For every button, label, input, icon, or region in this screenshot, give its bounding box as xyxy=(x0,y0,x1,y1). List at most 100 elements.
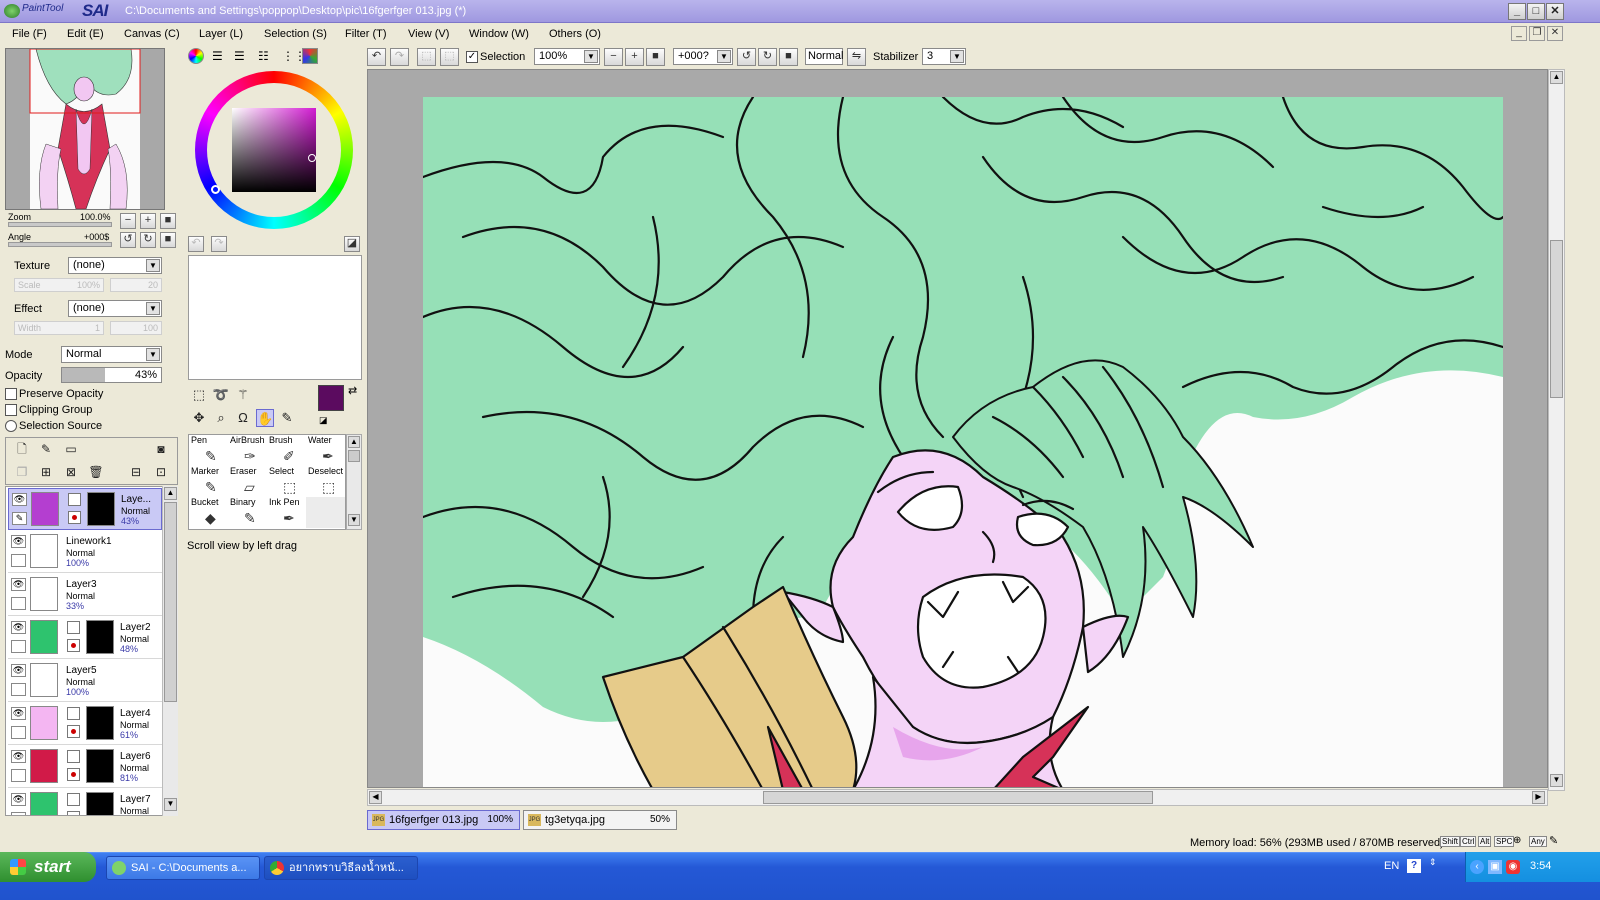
hsv-slider-toggle-icon[interactable]: ☰ xyxy=(234,49,245,63)
layer-lock-icon[interactable] xyxy=(11,640,26,653)
doc-tab-active[interactable]: JPG 16fgerfger 013.jpg 100% xyxy=(367,810,520,830)
close-button[interactable]: ✕ xyxy=(1546,3,1564,20)
new-linework-layer-icon[interactable]: ✎ xyxy=(38,441,54,457)
trash-icon[interactable]: 🗑 xyxy=(88,464,104,480)
layer-list-scrollbar[interactable]: ▲ ▼ xyxy=(162,486,178,816)
rotate-left-button[interactable]: ↺ xyxy=(120,232,136,248)
view-angle-select[interactable]: +000? ▼ xyxy=(673,48,733,65)
preserve-opacity-checkbox[interactable] xyxy=(5,388,17,400)
eye-icon[interactable]: 👁 xyxy=(11,793,26,806)
view-rotate-right-icon[interactable]: ↻ xyxy=(758,48,777,66)
tool-binary[interactable]: Binary ✎ xyxy=(228,497,267,528)
transfer-down-icon[interactable]: ⊟ xyxy=(128,464,144,480)
view-rotate-left-icon[interactable]: ↺ xyxy=(737,48,756,66)
invert-selection-icon[interactable]: ⬚ xyxy=(440,48,459,66)
maximize-button[interactable]: □ xyxy=(1527,3,1545,20)
tool-eraser[interactable]: Eraser ▱ xyxy=(228,466,267,497)
layer-row[interactable]: 👁 Layer7 Normal xyxy=(8,789,162,815)
rotate-icon[interactable]: Ω xyxy=(234,409,252,427)
mask-icon[interactable] xyxy=(67,621,80,634)
doc-tab[interactable]: JPG tg3etyqa.jpg 50% xyxy=(523,810,677,830)
zoom-reset-button[interactable]: ■ xyxy=(160,213,176,229)
clear-layer-icon[interactable]: ⊠ xyxy=(63,464,79,480)
rgb-slider-toggle-icon[interactable]: ☰ xyxy=(212,49,223,63)
network-icon[interactable]: ▣ xyxy=(1488,860,1502,874)
undo-scratch-button[interactable]: ↶ xyxy=(188,236,204,252)
view-zoom-in-icon[interactable]: + xyxy=(625,48,644,66)
zoom-in-button[interactable]: + xyxy=(140,213,156,229)
selection-source-radio[interactable] xyxy=(5,420,17,432)
swap-colors-icon[interactable]: ⇄ xyxy=(348,384,357,397)
layer-lock-icon[interactable] xyxy=(11,597,26,610)
taskbar-item-browser[interactable]: อยากทราบวิธีลงน้ำหนั... xyxy=(264,856,418,880)
layer-scroll-thumb[interactable] xyxy=(164,502,177,702)
mask-icon[interactable] xyxy=(67,793,80,806)
view-rotate-reset-icon[interactable]: ■ xyxy=(779,48,798,66)
rotate-reset-button[interactable]: ■ xyxy=(160,232,176,248)
tool-deselect[interactable]: Deselect ⬚ xyxy=(306,466,345,497)
hue-picker-marker[interactable] xyxy=(211,185,220,194)
menu-window[interactable]: Window (W) xyxy=(469,28,529,40)
undo-icon[interactable]: ↶ xyxy=(367,48,386,66)
mask-icon[interactable] xyxy=(67,750,80,763)
merge-layer-icon[interactable]: ⊞ xyxy=(38,464,54,480)
palette-toggle-icon[interactable] xyxy=(302,48,318,64)
canvas-vertical-scrollbar[interactable]: ▲ ▼ xyxy=(1548,69,1565,791)
new-folder-icon[interactable]: ▭ xyxy=(63,441,79,457)
view-zoom-out-icon[interactable]: − xyxy=(604,48,623,66)
eye-icon[interactable]: 👁 xyxy=(11,707,26,720)
opacity-slider[interactable]: 43% xyxy=(61,367,162,383)
antivirus-icon[interactable]: ◉ xyxy=(1506,860,1520,874)
mask-link-icon[interactable] xyxy=(67,725,80,738)
help-icon[interactable]: ? xyxy=(1407,859,1421,873)
texture-select[interactable]: (none) ▼ xyxy=(68,257,162,274)
view-zoom-reset-icon[interactable]: ■ xyxy=(646,48,665,66)
eye-icon[interactable]: 👁 xyxy=(11,535,26,548)
mask-link-icon[interactable] xyxy=(67,811,80,815)
layer-row[interactable]: 👁 Layer6 Normal 81% xyxy=(8,746,162,788)
rotate-right-button[interactable]: ↻ xyxy=(140,232,156,248)
sv-picker-marker[interactable] xyxy=(308,154,316,162)
redo-scratch-button[interactable]: ↷ xyxy=(211,236,227,252)
deselect-icon[interactable]: ⬚ xyxy=(417,48,436,66)
zoom-out-button[interactable]: − xyxy=(120,213,136,229)
canvas-viewport[interactable] xyxy=(367,69,1548,788)
effect-select[interactable]: (none) ▼ xyxy=(68,300,162,317)
doc-close-button[interactable]: ✕ xyxy=(1547,26,1563,41)
menu-selection[interactable]: Selection (S) xyxy=(264,28,327,40)
tool-airbrush[interactable]: AirBrush ✑ xyxy=(228,435,267,466)
view-zoom-select[interactable]: 100% ▼ xyxy=(534,48,600,65)
language-indicator[interactable]: EN xyxy=(1384,860,1399,872)
layer-row[interactable]: 👁 Layer3 Normal 33% xyxy=(8,574,162,616)
clipping-group-checkbox[interactable] xyxy=(5,404,17,416)
layer-lock-icon[interactable] xyxy=(11,683,26,696)
tool-select[interactable]: Select ⬚ xyxy=(267,466,306,497)
move-icon[interactable]: ✥ xyxy=(190,409,208,427)
lasso-icon[interactable]: ➰ xyxy=(212,386,230,404)
mask-link-icon[interactable] xyxy=(67,639,80,652)
tool-brush[interactable]: Brush ✐ xyxy=(267,435,306,466)
zoom-slider[interactable] xyxy=(8,222,112,227)
menu-canvas[interactable]: Canvas (C) xyxy=(124,28,180,40)
tools-scroll-thumb[interactable] xyxy=(348,450,360,462)
layer-mask-icon[interactable]: ◙ xyxy=(153,441,169,457)
start-button[interactable]: start xyxy=(0,852,96,882)
scratchpad-option-button[interactable]: ◪ xyxy=(344,236,360,252)
canvas-hscroll-thumb[interactable] xyxy=(763,791,1153,804)
menu-filter[interactable]: Filter (T) xyxy=(345,28,387,40)
hand-icon[interactable]: ✋ xyxy=(256,409,274,427)
menu-view[interactable]: View (V) xyxy=(408,28,449,40)
layer-row[interactable]: 👁 Layer2 Normal 48% xyxy=(8,617,162,659)
view-blend-select[interactable]: Normal xyxy=(805,48,843,65)
tool-ink-pen[interactable]: Ink Pen ✒ xyxy=(267,497,306,528)
magic-wand-icon[interactable]: ⚚ xyxy=(234,386,252,404)
angle-slider[interactable] xyxy=(8,242,112,247)
eye-icon[interactable]: 👁 xyxy=(11,664,26,677)
tool-water[interactable]: Water ✒ xyxy=(306,435,345,466)
tray-arrows-icon[interactable]: ⇕ xyxy=(1429,857,1437,868)
stabilizer-select[interactable]: 3 ▼ xyxy=(922,48,966,65)
layer-row[interactable]: 👁 Linework1 Normal 100% xyxy=(8,531,162,573)
eye-icon[interactable]: 👁 xyxy=(11,578,26,591)
menu-edit[interactable]: Edit (E) xyxy=(67,28,104,40)
blend-mode-select[interactable]: Normal ▼ xyxy=(61,346,162,363)
